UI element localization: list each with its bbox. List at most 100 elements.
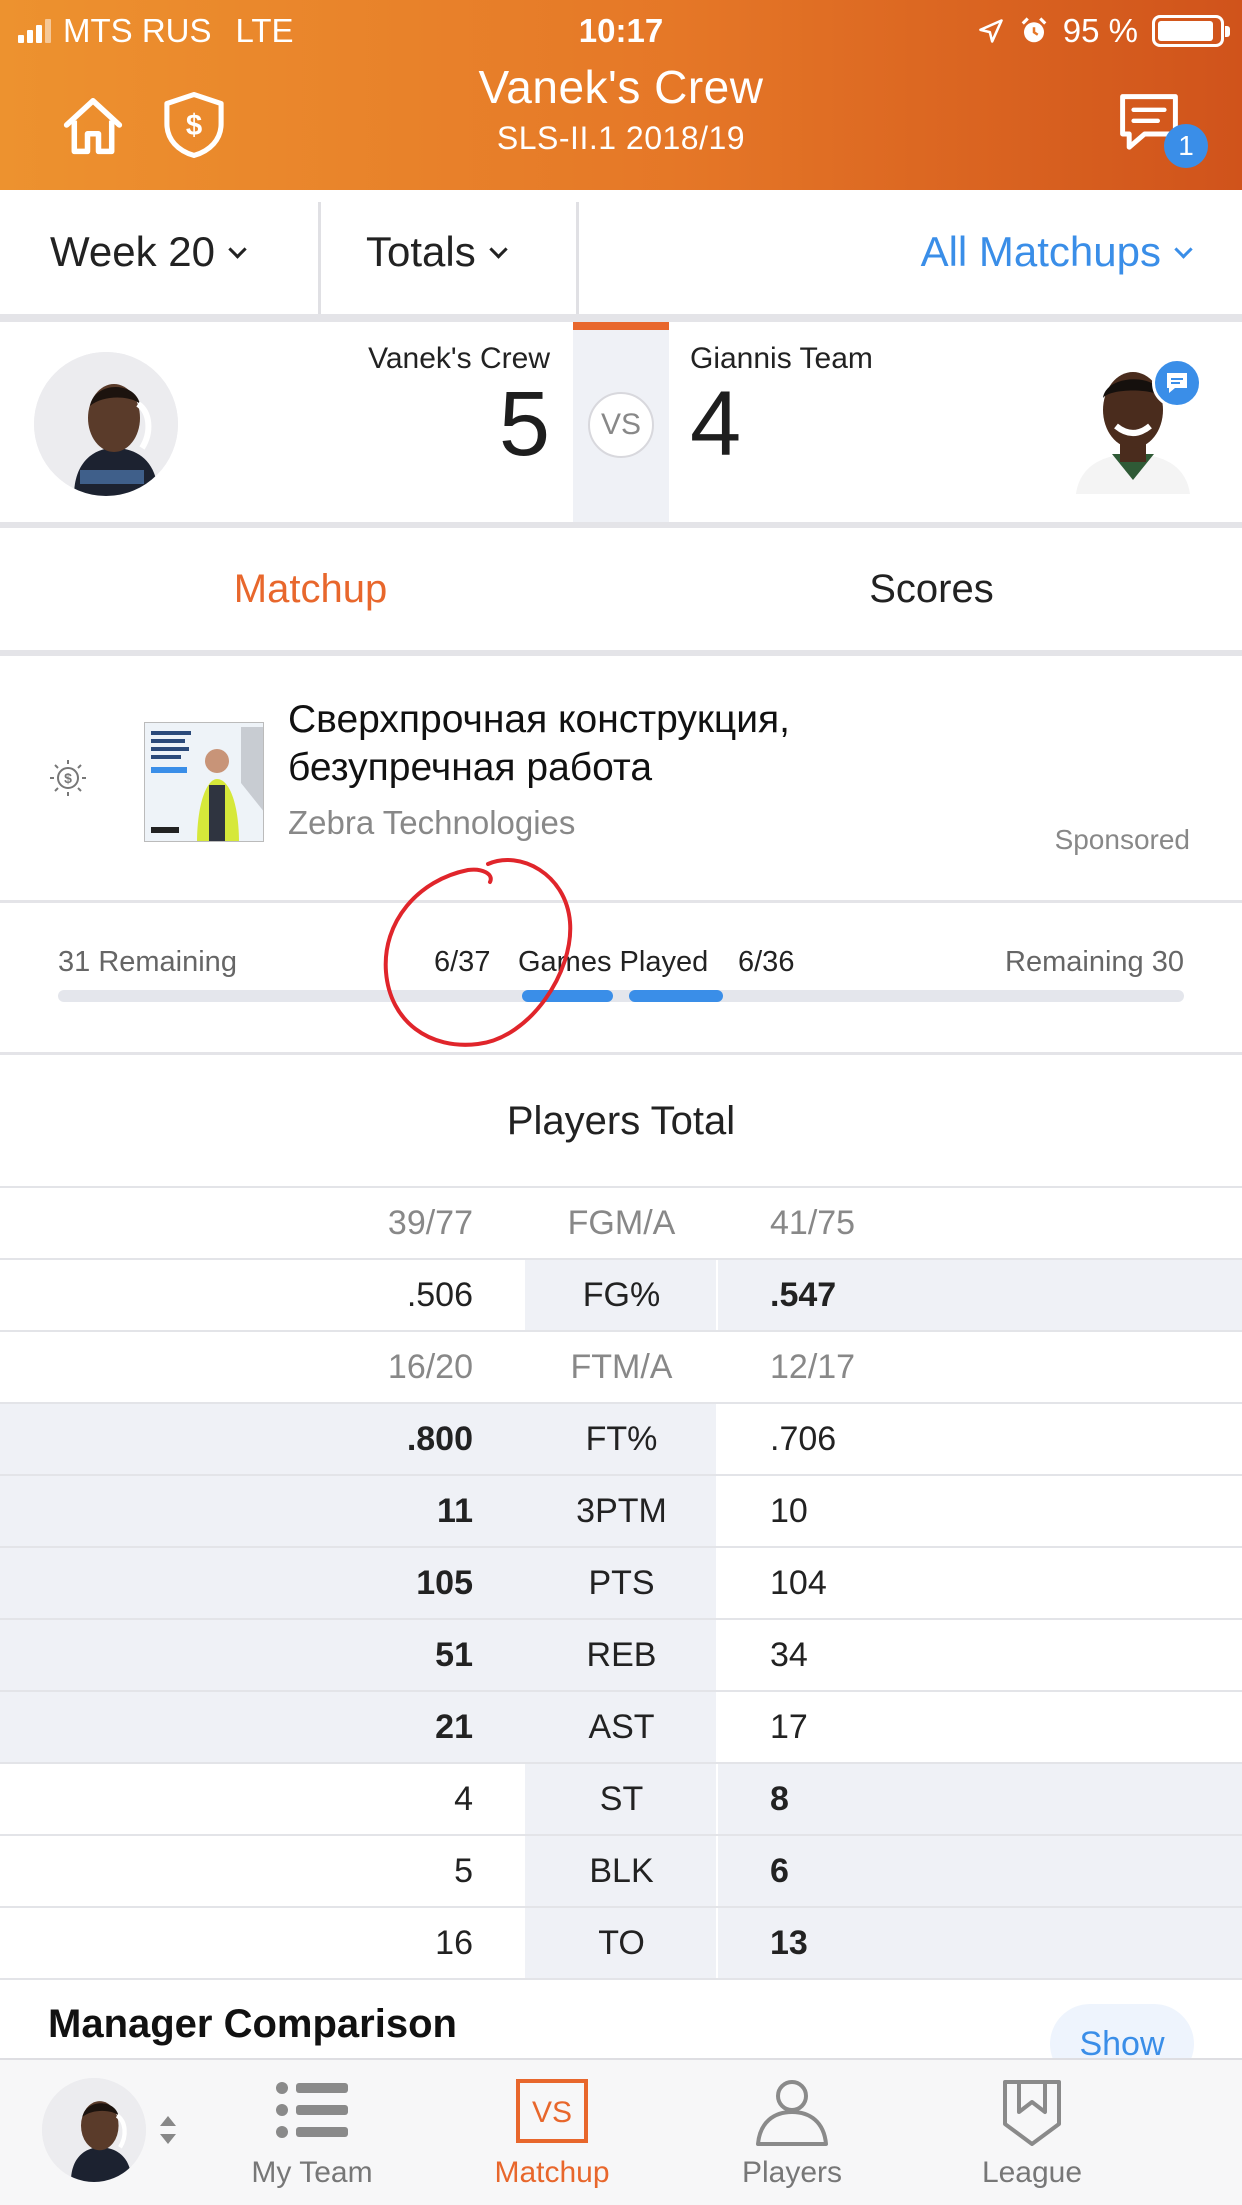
app-header: MTS RUS LTE 10:17 95 % $ Vanek's Crew SL… xyxy=(0,0,1242,190)
matchups-dropdown[interactable]: All Matchups xyxy=(921,190,1193,314)
home-games-progress xyxy=(522,990,613,1002)
divider xyxy=(0,1978,1242,1980)
sponsored-label: Sponsored xyxy=(1054,824,1190,855)
stat-row: 4 ST 8 xyxy=(0,1762,1242,1834)
stat-category: AST xyxy=(525,1692,718,1762)
home-score: 5 xyxy=(498,373,550,475)
week-dropdown[interactable]: Week 20 xyxy=(50,190,247,314)
away-stat-value: 104 xyxy=(770,1564,827,1602)
games-played-label: Games Played xyxy=(518,946,709,978)
status-bar: MTS RUS LTE 10:17 95 % xyxy=(0,8,1242,49)
ad-image xyxy=(144,722,264,842)
nav-league-label: League xyxy=(981,2156,1083,2189)
stat-category: FT% xyxy=(525,1404,718,1474)
stat-row: 16/20 FTM/A 12/17 xyxy=(0,1330,1242,1402)
away-stat-value: 10 xyxy=(770,1492,808,1530)
stat-category: PTS xyxy=(525,1548,718,1618)
ad-advertiser: Zebra Technologies xyxy=(288,804,576,841)
stat-category: FGM/A xyxy=(567,1204,676,1242)
right-games-count: 6/36 xyxy=(738,946,795,978)
home-stat-value: 21 xyxy=(0,1692,525,1762)
away-stat-value: 8 xyxy=(718,1764,1242,1834)
away-stat-value: .547 xyxy=(718,1260,1242,1330)
left-games-count: 6/37 xyxy=(434,946,491,978)
messages-badge: 1 xyxy=(1164,124,1208,168)
away-stat-value: 17 xyxy=(770,1708,808,1746)
stat-category: 3PTM xyxy=(525,1476,718,1546)
stat-category: REB xyxy=(525,1620,718,1690)
league-subtitle: SLS-II.1 2018/19 xyxy=(496,120,746,156)
battery-percent: 95 % xyxy=(1062,12,1138,49)
players-total-title: Players Total xyxy=(506,1099,736,1143)
stat-row: 51 REB 34 xyxy=(0,1618,1242,1690)
left-remaining: 31 Remaining xyxy=(58,946,237,978)
person-icon xyxy=(756,2080,828,2146)
home-stat-value: 4 xyxy=(454,1780,473,1818)
stat-row: .506 FG% .547 xyxy=(0,1258,1242,1330)
chevron-down-icon xyxy=(489,240,508,259)
alarm-icon xyxy=(1021,17,1047,43)
home-team-name: Vanek's Crew xyxy=(368,342,550,375)
sponsored-ad[interactable]: $ Сверхпрочная конструкция, безупречная … xyxy=(0,660,1242,900)
away-stat-value: .706 xyxy=(770,1420,837,1458)
stat-row: 39/77 FGM/A 41/75 xyxy=(0,1186,1242,1258)
header-title-block: Vanek's Crew SLS-II.1 2018/19 xyxy=(0,60,1242,157)
bottom-nav: My Team VS Matchup Players League xyxy=(0,2058,1242,2205)
away-stat-value: 34 xyxy=(770,1636,808,1674)
divider xyxy=(0,314,1242,322)
stat-row: 105 PTS 104 xyxy=(0,1546,1242,1618)
tab-matchup[interactable]: Matchup xyxy=(0,528,621,650)
stat-row: .800 FT% .706 xyxy=(0,1402,1242,1474)
away-stat-value: 41/75 xyxy=(770,1204,856,1242)
nav-my-team-label: My Team xyxy=(251,2156,373,2189)
filter-bar: Week 20 Totals All Matchups xyxy=(0,190,1242,314)
stat-category: BLK xyxy=(525,1836,718,1906)
battery-icon xyxy=(1152,15,1230,47)
totals-dropdown[interactable]: Totals xyxy=(366,190,508,314)
home-stat-value: .800 xyxy=(0,1404,525,1474)
divider xyxy=(318,202,321,314)
nav-players-label: Players xyxy=(741,2156,843,2189)
divider xyxy=(0,1052,1242,1055)
svg-text:VS: VS xyxy=(532,2096,572,2129)
svg-text:$: $ xyxy=(64,770,72,786)
vs-circle: VS xyxy=(588,392,654,458)
games-progress-track xyxy=(58,990,1184,1002)
stat-row: 11 3PTM 10 xyxy=(0,1474,1242,1546)
stat-category: TO xyxy=(525,1908,718,1978)
stats-table: 39/77 FGM/A 41/75 .506 FG% .547 16/20 FTM/A 12/1… xyxy=(0,1186,1242,1980)
player-photo-icon xyxy=(34,352,178,496)
home-stat-value: 5 xyxy=(454,1852,473,1890)
chat-bubble-icon[interactable] xyxy=(1152,358,1202,408)
away-games-progress xyxy=(629,990,723,1002)
stat-category: ST xyxy=(525,1764,718,1834)
away-stat-value: 6 xyxy=(718,1836,1242,1906)
home-stat-value: 11 xyxy=(0,1476,525,1546)
home-stat-value: 16/20 xyxy=(387,1348,473,1386)
away-team-name: Giannis Team xyxy=(690,342,873,375)
home-stat-value: 39/77 xyxy=(387,1204,473,1242)
sort-arrows-icon[interactable] xyxy=(156,2112,180,2148)
away-stat-value: 13 xyxy=(718,1908,1242,1978)
away-score: 4 xyxy=(690,373,742,475)
totals-label: Totals xyxy=(366,228,476,275)
away-stat-value: 12/17 xyxy=(770,1348,856,1386)
ad-headline: Сверхпрочная конструкция, безупречная ра… xyxy=(288,698,791,789)
home-stat-value: .506 xyxy=(406,1276,473,1314)
manager-comparison-title: Manager Comparison xyxy=(48,2002,457,2046)
week-label: Week 20 xyxy=(50,228,215,275)
games-played-bar: 31 Remaining 6/37 Games Played 6/36 Rema… xyxy=(0,906,1242,1052)
home-stat-value: 105 xyxy=(0,1548,525,1618)
home-avatar[interactable] xyxy=(34,352,178,496)
chevron-down-icon xyxy=(228,240,247,259)
chevron-down-icon xyxy=(1174,240,1193,259)
team-switcher-avatar[interactable] xyxy=(42,2078,146,2182)
player-photo-icon xyxy=(42,2078,146,2182)
stat-row: 5 BLK 6 xyxy=(0,1834,1242,1906)
tab-scores[interactable]: Scores xyxy=(621,528,1242,650)
home-stat-value: 51 xyxy=(0,1620,525,1690)
divider xyxy=(0,900,1242,903)
vs-icon: VS xyxy=(516,2079,588,2143)
stat-row: 21 AST 17 xyxy=(0,1690,1242,1762)
home-stat-value: 16 xyxy=(435,1924,473,1962)
